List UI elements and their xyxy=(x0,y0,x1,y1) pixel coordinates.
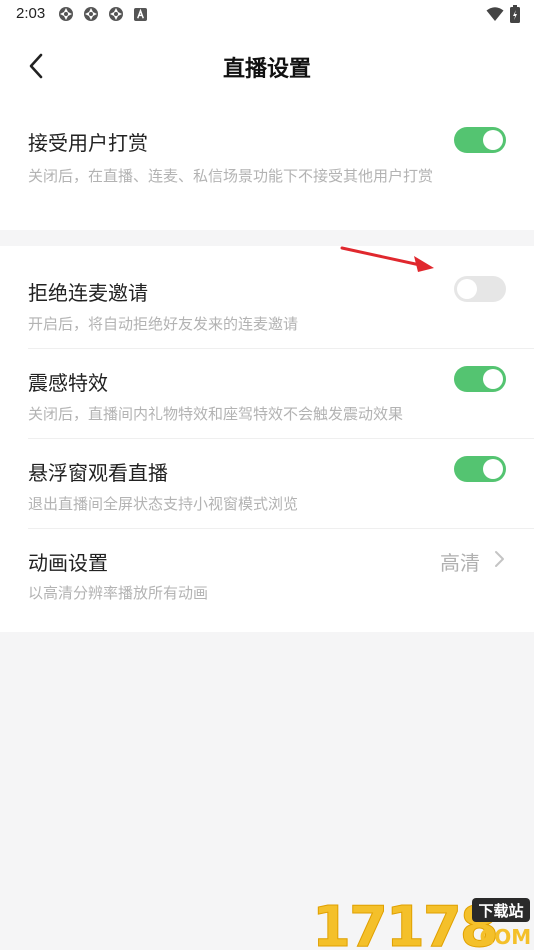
reject-mic-toggle[interactable] xyxy=(454,276,506,302)
toggle-knob xyxy=(483,369,503,389)
page-title: 直播设置 xyxy=(222,57,311,82)
a-notification-icon xyxy=(134,8,147,21)
annotation-arrow-icon xyxy=(340,246,434,272)
vibration-toggle[interactable] xyxy=(454,366,506,392)
setting-desc: 以高清分辨率播放所有动画 xyxy=(28,584,209,602)
toggle-knob xyxy=(483,459,503,479)
setting-title: 接受用户打赏 xyxy=(28,131,148,155)
setting-title: 拒绝连麦邀请 xyxy=(28,281,148,305)
screen: 2:03 直播设置 接受用户打赏 关闭后，在直播、连麦、私信场景功能下不接受其他… xyxy=(0,0,534,950)
status-time: 2:03 xyxy=(16,5,46,22)
setting-title: 悬浮窗观看直播 xyxy=(28,461,168,485)
watermark-logo: 17178 下载站 .COM xyxy=(312,895,532,950)
svg-text:17178: 17178 xyxy=(312,895,497,950)
setting-row-accept-tips: 接受用户打赏 关闭后，在直播、连麦、私信场景功能下不接受其他用户打赏 xyxy=(0,104,534,230)
header: 直播设置 xyxy=(0,28,534,104)
setting-row-animation[interactable]: 动画设置 高清 以高清分辨率播放所有动画 xyxy=(0,529,534,632)
animation-quality-value: 高清 xyxy=(440,551,480,575)
status-right-icons xyxy=(486,5,520,23)
setting-title: 动画设置 xyxy=(28,551,108,575)
app-notification-icon xyxy=(59,7,73,21)
chevron-right-icon xyxy=(495,551,504,567)
section-tips: 接受用户打赏 关闭后，在直播、连麦、私信场景功能下不接受其他用户打赏 xyxy=(0,104,534,230)
svg-text:下载站: 下载站 xyxy=(478,902,523,920)
setting-row-vibration: 震感特效 关闭后，直播间内礼物特效和座驾特效不会触发震动效果 xyxy=(0,349,534,438)
toggle-knob xyxy=(457,279,477,299)
battery-icon xyxy=(510,5,520,23)
app-notification-icon xyxy=(109,7,123,21)
accept-tips-toggle[interactable] xyxy=(454,127,506,153)
toggle-knob xyxy=(483,130,503,150)
setting-desc: 退出直播间全屏状态支持小视窗模式浏览 xyxy=(28,495,299,513)
section-live: 拒绝连麦邀请 开启后，将自动拒绝好友发来的连麦邀请 震感特效 关闭后，直播间内礼… xyxy=(0,246,534,632)
wifi-icon xyxy=(486,7,504,21)
status-bar: 2:03 xyxy=(0,0,534,28)
setting-desc: 开启后，将自动拒绝好友发来的连麦邀请 xyxy=(28,315,299,333)
setting-desc: 关闭后，在直播、连麦、私信场景功能下不接受其他用户打赏 xyxy=(28,167,434,185)
app-notification-icon xyxy=(84,7,98,21)
setting-desc: 关闭后，直播间内礼物特效和座驾特效不会触发震动效果 xyxy=(28,405,404,423)
floating-window-toggle[interactable] xyxy=(454,456,506,482)
setting-title: 震感特效 xyxy=(28,371,108,395)
setting-row-floating-window: 悬浮窗观看直播 退出直播间全屏状态支持小视窗模式浏览 xyxy=(0,439,534,528)
svg-text:.COM: .COM xyxy=(472,925,531,949)
setting-row-reject-mic: 拒绝连麦邀请 开启后，将自动拒绝好友发来的连麦邀请 xyxy=(0,246,534,348)
